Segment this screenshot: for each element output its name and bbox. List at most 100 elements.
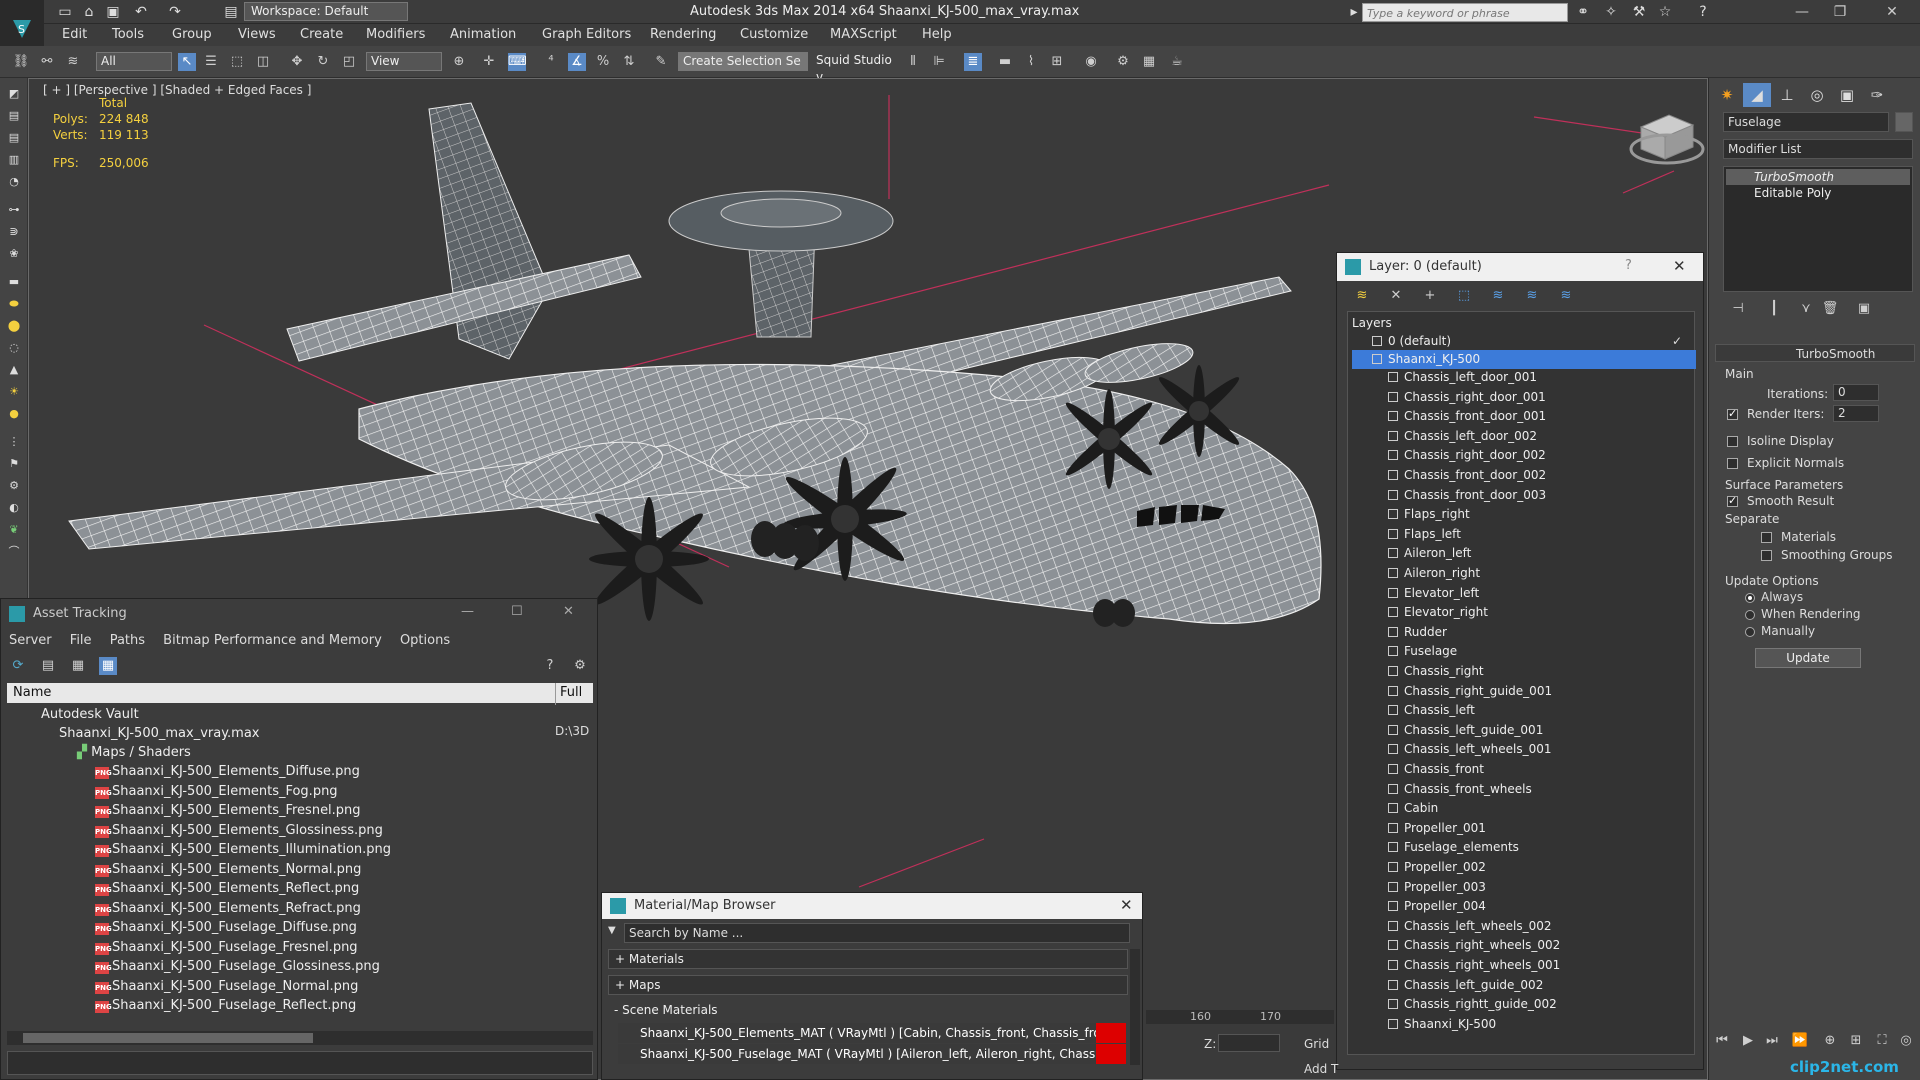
asset-help-icon[interactable]: ? bbox=[541, 657, 559, 675]
open-icon[interactable]: ⌂ bbox=[80, 3, 98, 21]
modifier-editable-poly[interactable]: Editable Poly bbox=[1726, 185, 1910, 201]
asset-map-row[interactable]: PNGShaanxi_KJ-500_Elements_Fog.png bbox=[13, 782, 553, 801]
show-end-result-icon[interactable]: ┃ bbox=[1765, 300, 1783, 318]
menu-customize[interactable]: Customize bbox=[740, 27, 808, 42]
project-folder-icon[interactable]: ▤ bbox=[222, 3, 240, 21]
select-in-layer-icon[interactable]: ⬚ bbox=[1455, 287, 1473, 305]
materials-group[interactable]: + Materials bbox=[608, 949, 1128, 969]
utilities-tab-icon[interactable]: ✑ bbox=[1863, 83, 1891, 107]
strip-tool-19-icon[interactable]: ◐ bbox=[5, 500, 23, 516]
pin-stack-icon[interactable]: ⊣ bbox=[1729, 300, 1747, 318]
scale-icon[interactable]: ◰ bbox=[340, 53, 358, 71]
list-view-icon[interactable]: ▤ bbox=[39, 657, 57, 675]
strip-tool-11-icon[interactable]: ⬤ bbox=[5, 318, 23, 334]
move-icon[interactable]: ✥ bbox=[288, 53, 306, 71]
asset-map-row[interactable]: PNGShaanxi_KJ-500_Elements_Reflect.png bbox=[13, 879, 553, 898]
menu-maxscript[interactable]: MAXScript bbox=[830, 27, 897, 42]
layer-object-row[interactable]: Chassis_right_door_001 bbox=[1352, 388, 1696, 407]
mat-options-icon[interactable]: ▼ bbox=[608, 925, 620, 937]
menu-graph-editors[interactable]: Graph Editors bbox=[542, 27, 631, 42]
layer-object-row[interactable]: Propeller_002 bbox=[1352, 858, 1696, 877]
asset-map-row[interactable]: PNGShaanxi_KJ-500_Elements_Normal.png bbox=[13, 860, 553, 879]
mat-vscrollbar[interactable] bbox=[1130, 949, 1140, 1065]
named-selection-dropdown[interactable]: Create Selection Se bbox=[678, 52, 808, 71]
asset-minimize-icon[interactable]: — bbox=[461, 604, 474, 619]
orbit-icon[interactable]: ◎ bbox=[1897, 1032, 1915, 1050]
layer-object-row[interactable]: Chassis_left bbox=[1352, 701, 1696, 720]
strip-tool-4-icon[interactable]: ▥ bbox=[5, 152, 23, 168]
always-radio[interactable] bbox=[1745, 593, 1755, 603]
layer-close-icon[interactable]: ✕ bbox=[1673, 257, 1686, 275]
help-search-input[interactable]: Type a keyword or phrase bbox=[1362, 3, 1568, 22]
menu-create[interactable]: Create bbox=[300, 27, 343, 42]
help-icon[interactable]: ? bbox=[1694, 3, 1712, 21]
layer-object-row[interactable]: Chassis_front_door_002 bbox=[1352, 466, 1696, 485]
layer-object-row[interactable]: Chassis_right_wheels_001 bbox=[1352, 956, 1696, 975]
pivot-center-icon[interactable]: ⊕ bbox=[450, 53, 468, 71]
maximize-viewport-icon[interactable]: ⛶ bbox=[1873, 1032, 1891, 1050]
modify-tab-icon[interactable]: ◢ bbox=[1743, 83, 1771, 107]
maps-group[interactable]: + Maps bbox=[608, 975, 1128, 995]
material-editor-icon[interactable]: ◉ bbox=[1082, 53, 1100, 71]
menu-group[interactable]: Group bbox=[172, 27, 212, 42]
strip-tool-16-icon[interactable]: ⋮ bbox=[5, 434, 23, 450]
menu-help[interactable]: Help bbox=[922, 27, 952, 42]
binoculars-icon[interactable]: ⚭ bbox=[1574, 3, 1592, 21]
schematic-view-icon[interactable]: ⊞ bbox=[1048, 53, 1066, 71]
motion-tab-icon[interactable]: ◎ bbox=[1803, 83, 1831, 107]
render-iters-checkbox[interactable] bbox=[1727, 407, 1738, 420]
strip-tool-15-icon[interactable]: ● bbox=[5, 406, 23, 422]
layer-object-row[interactable]: Chassis_left_guide_002 bbox=[1352, 976, 1696, 995]
layer-object-row[interactable]: Elevator_right bbox=[1352, 603, 1696, 622]
asset-menu-options[interactable]: Options bbox=[400, 633, 450, 648]
rect-selection-icon[interactable]: ⬚ bbox=[228, 53, 246, 71]
asset-menu-paths[interactable]: Paths bbox=[110, 633, 145, 648]
strip-tool-3-icon[interactable]: ▤ bbox=[5, 130, 23, 146]
max-file-row[interactable]: Shaanxi_KJ-500_max_vray.max bbox=[13, 724, 553, 743]
asset-maximize-icon[interactable]: ☐ bbox=[511, 604, 523, 619]
new-layer-icon[interactable]: ≋ bbox=[1353, 287, 1371, 305]
asset-map-row[interactable]: PNGShaanxi_KJ-500_Fuselage_Diffuse.png bbox=[13, 918, 553, 937]
rotate-icon[interactable]: ↻ bbox=[314, 53, 332, 71]
update-button[interactable]: Update bbox=[1755, 648, 1861, 668]
layer-object-row[interactable]: Shaanxi_KJ-500 bbox=[1352, 1015, 1696, 1034]
strip-tool-21-icon[interactable]: ⌒ bbox=[5, 544, 23, 560]
layer-object-row[interactable]: Fuselage_elements bbox=[1352, 838, 1696, 857]
save-icon[interactable]: ▣ bbox=[104, 3, 122, 21]
timeline-ruler[interactable]: 160 170 bbox=[1146, 1010, 1334, 1024]
menu-edit[interactable]: Edit bbox=[62, 27, 87, 42]
new-icon[interactable]: ▭ bbox=[56, 3, 74, 21]
layer-object-row[interactable]: Chassis_front bbox=[1352, 760, 1696, 779]
select-object-icon[interactable]: ↖ bbox=[178, 53, 196, 71]
asset-titlebar[interactable]: Asset Tracking — ☐ ✕ bbox=[1, 599, 597, 629]
manually-radio[interactable] bbox=[1745, 627, 1755, 637]
create-tab-icon[interactable]: ✷ bbox=[1713, 83, 1741, 107]
object-name-field[interactable]: Fuselage bbox=[1723, 112, 1889, 132]
layer-object-row[interactable]: Chassis_front_door_001 bbox=[1352, 407, 1696, 426]
strip-tool-6-icon[interactable]: ⊶ bbox=[5, 202, 23, 218]
render-setup-icon[interactable]: ⚙ bbox=[1114, 53, 1132, 71]
layer-object-row[interactable]: Chassis_left_guide_001 bbox=[1352, 721, 1696, 740]
smooth-result-checkbox[interactable] bbox=[1727, 494, 1738, 507]
layer-object-row[interactable]: Chassis_left_wheels_002 bbox=[1352, 917, 1696, 936]
asset-map-row[interactable]: PNGShaanxi_KJ-500_Elements_Glossiness.pn… bbox=[13, 821, 553, 840]
remove-modifier-icon[interactable]: 🗑 bbox=[1821, 300, 1839, 318]
layer-object-row[interactable]: Propeller_004 bbox=[1352, 897, 1696, 916]
redo-icon[interactable]: ↷ bbox=[166, 3, 184, 21]
refresh-icon[interactable]: ⟳ bbox=[9, 657, 27, 675]
layer-object-row[interactable]: Flaps_right bbox=[1352, 505, 1696, 524]
z-coord-field[interactable] bbox=[1218, 1034, 1280, 1052]
snaps-toggle-icon[interactable]: ⁴ bbox=[542, 53, 560, 71]
asset-map-row[interactable]: PNGShaanxi_KJ-500_Fuselage_Normal.png bbox=[13, 977, 553, 996]
layer-object-row[interactable]: Rudder bbox=[1352, 623, 1696, 642]
vault-row[interactable]: Autodesk Vault bbox=[13, 705, 553, 724]
layer-object-row[interactable]: Chassis_front_wheels bbox=[1352, 780, 1696, 799]
link-icon[interactable]: ⛓ bbox=[12, 53, 30, 71]
layer-object-row[interactable]: Chassis_front_door_003 bbox=[1352, 486, 1696, 505]
iterations-spinner[interactable]: 0 bbox=[1833, 384, 1879, 401]
strip-tool-5-icon[interactable]: ◔ bbox=[5, 174, 23, 190]
isoline-checkbox[interactable] bbox=[1727, 436, 1738, 447]
display-tab-icon[interactable]: ▣ bbox=[1833, 83, 1861, 107]
squid-studio-dropdown[interactable]: Squid Studio v bbox=[812, 52, 896, 84]
layer-object-row[interactable]: Chassis_rightt_guide_002 bbox=[1352, 995, 1696, 1014]
